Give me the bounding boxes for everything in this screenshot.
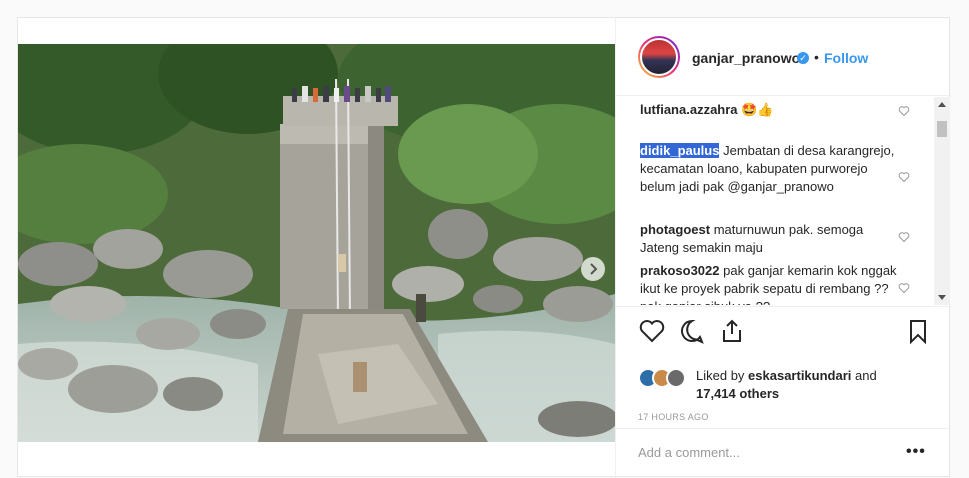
liked-by-label: Liked by bbox=[696, 368, 745, 383]
liker-username[interactable]: eskasartikundari bbox=[748, 368, 851, 383]
scroll-down-icon[interactable] bbox=[938, 295, 946, 300]
comment-text: 🤩👍 bbox=[741, 102, 774, 117]
post-photo[interactable] bbox=[18, 44, 615, 442]
comments-scrollbar[interactable] bbox=[934, 97, 950, 305]
likes-summary: Liked by eskasartikundari and 17,414 oth… bbox=[638, 364, 938, 404]
separator-dot: • bbox=[814, 49, 819, 65]
next-photo-button[interactable] bbox=[581, 257, 605, 281]
comment-username[interactable]: prakoso3022 bbox=[640, 263, 720, 278]
likes-text: Liked by eskasartikundari and 17,414 oth… bbox=[696, 367, 936, 403]
scrollbar-thumb[interactable] bbox=[937, 121, 947, 137]
follow-button[interactable]: Follow bbox=[824, 50, 868, 66]
post-header: ganjar_pranowo ✓ • Follow bbox=[616, 18, 951, 96]
chevron-right-icon bbox=[590, 263, 598, 275]
comment-item: photagoest maturnuwun pak. semoga Jateng… bbox=[640, 221, 902, 257]
liker-avatar[interactable] bbox=[666, 368, 686, 388]
scroll-up-icon[interactable] bbox=[938, 102, 946, 107]
verified-badge-icon: ✓ bbox=[797, 52, 809, 64]
comment-bubble-icon[interactable] bbox=[678, 317, 706, 345]
like-comment-heart-icon[interactable] bbox=[898, 105, 910, 117]
comment-username[interactable]: didik_paulus bbox=[640, 143, 720, 158]
bridge-ruins-image bbox=[18, 44, 615, 442]
likes-and-label: and bbox=[855, 368, 877, 383]
post-actions bbox=[616, 306, 951, 354]
profile-avatar[interactable] bbox=[638, 36, 680, 78]
add-comment-bar: Add a comment... ••• bbox=[616, 428, 951, 478]
like-comment-heart-icon[interactable] bbox=[898, 231, 910, 243]
more-options-icon[interactable]: ••• bbox=[906, 443, 926, 461]
like-comment-heart-icon[interactable] bbox=[898, 171, 910, 183]
comment-username[interactable]: photagoest bbox=[640, 222, 710, 237]
comment-item: didik_paulus Jembatan di desa karangrejo… bbox=[640, 142, 902, 196]
post-sidebar: ganjar_pranowo ✓ • Follow lutfiana.azzah… bbox=[615, 18, 951, 478]
comments-list: lutfiana.azzahra 🤩👍 didik_paulus Jembata… bbox=[616, 97, 934, 305]
share-icon[interactable] bbox=[718, 317, 746, 345]
comment-item: prakoso3022 pak ganjar kemarin kok nggak… bbox=[640, 262, 902, 305]
like-heart-icon[interactable] bbox=[638, 317, 666, 345]
like-comment-heart-icon[interactable] bbox=[898, 282, 910, 294]
likes-count[interactable]: 17,414 others bbox=[696, 386, 779, 401]
add-comment-input[interactable]: Add a comment... bbox=[638, 445, 740, 460]
comment-username[interactable]: lutfiana.azzahra bbox=[640, 102, 738, 117]
instagram-post: ganjar_pranowo ✓ • Follow lutfiana.azzah… bbox=[17, 17, 951, 478]
comment-item: lutfiana.azzahra 🤩👍 bbox=[640, 101, 902, 119]
post-timestamp[interactable]: 17 HOURS AGO bbox=[638, 412, 709, 422]
bookmark-icon[interactable] bbox=[904, 317, 932, 345]
post-author-username[interactable]: ganjar_pranowo bbox=[692, 50, 800, 66]
